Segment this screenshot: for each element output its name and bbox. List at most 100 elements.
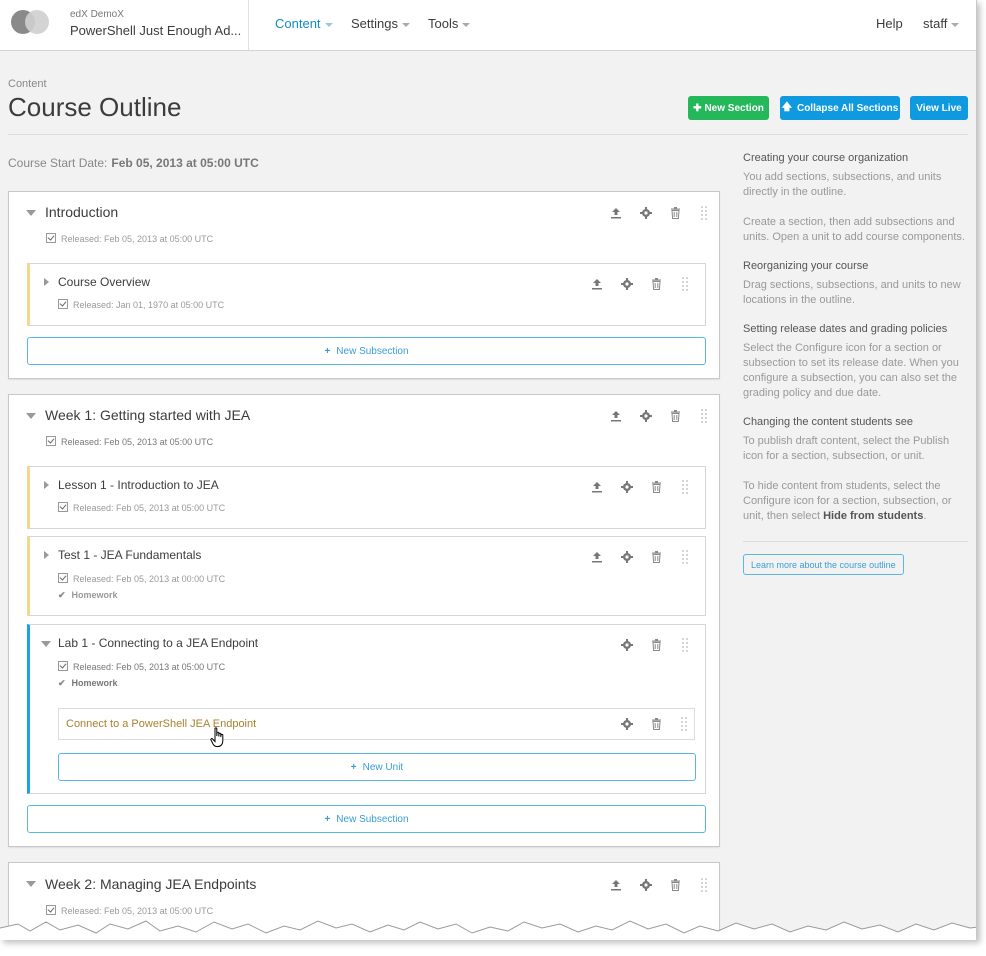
unit-actions [620, 717, 690, 731]
drag-handle-icon[interactable] [697, 878, 711, 892]
course-title[interactable]: PowerShell Just Enough Ad... [70, 23, 241, 38]
publish-icon[interactable] [609, 206, 623, 220]
expand-toggle-icon[interactable] [44, 551, 49, 559]
new-unit-button[interactable]: + New Unit [58, 753, 696, 781]
subsection-title[interactable]: Course Overview [58, 275, 150, 289]
sidebar-text-bold: Hide from students [823, 510, 924, 522]
chevron-down-icon [462, 22, 471, 27]
nav-settings-menu[interactable]: Settings [351, 16, 410, 31]
app-window: edX DemoX PowerShell Just Enough Ad... C… [0, 0, 977, 940]
gear-icon[interactable] [620, 480, 634, 494]
checkbox-icon [46, 436, 56, 446]
new-section-button[interactable]: ✚ New Section [688, 96, 769, 120]
publish-icon[interactable] [590, 480, 604, 494]
subsection-title[interactable]: Lesson 1 - Introduction to JEA [58, 478, 219, 492]
checkbox-icon [58, 573, 68, 583]
expand-toggle-icon[interactable] [44, 278, 49, 286]
subsection-lab-1: Lab 1 - Connecting to a JEA Endpoint Rel… [27, 624, 706, 794]
subsection-actions [620, 638, 690, 652]
section-title[interactable]: Introduction [45, 204, 118, 220]
publish-icon[interactable] [609, 409, 623, 423]
collapse-toggle-icon[interactable] [26, 210, 36, 216]
release-status: Released: Feb 05, 2013 at 05:00 UTC [46, 233, 213, 244]
nav-settings-label: Settings [351, 16, 398, 31]
nav-content-menu[interactable]: Content [275, 16, 333, 31]
gear-icon[interactable] [620, 638, 634, 652]
section-title[interactable]: Week 1: Getting started with JEA [45, 407, 250, 423]
gear-icon[interactable] [639, 206, 653, 220]
user-label: staff [923, 16, 948, 31]
nav-tools-menu[interactable]: Tools [428, 16, 471, 31]
collapse-toggle-icon[interactable] [26, 413, 36, 419]
gear-icon[interactable] [620, 717, 634, 731]
drag-handle-icon[interactable] [678, 277, 692, 291]
section-title[interactable]: Week 2: Managing JEA Endpoints [45, 876, 256, 892]
torn-edge-decoration [0, 920, 976, 940]
drag-handle-icon[interactable] [697, 206, 711, 220]
sidebar-heading: Changing the content students see [743, 416, 914, 428]
sidebar-text: Drag sections, subsections, and units to… [743, 279, 961, 306]
unit-row: Connect to a PowerShell JEA Endpoint [58, 708, 695, 740]
edx-logo[interactable] [11, 10, 51, 34]
checkbox-icon [58, 502, 68, 512]
publish-icon[interactable] [609, 878, 623, 892]
header-divider [248, 0, 249, 50]
gear-icon[interactable] [639, 878, 653, 892]
trash-icon[interactable] [649, 638, 663, 652]
sidebar-text: To publish draft content, select the Pub… [743, 435, 950, 462]
gear-icon[interactable] [620, 277, 634, 291]
section-actions [609, 878, 709, 892]
new-subsection-label: New Subsection [336, 345, 409, 357]
learn-more-button[interactable]: Learn more about the course outline [743, 554, 904, 575]
help-link[interactable]: Help [876, 16, 903, 31]
release-text: Released: Jan 01, 1970 at 05:00 UTC [73, 300, 225, 310]
grading-label: Homework [71, 678, 118, 688]
unit-link[interactable]: Connect to a PowerShell JEA Endpoint [66, 718, 256, 730]
drag-handle-icon[interactable] [678, 638, 692, 652]
section-actions [609, 409, 709, 423]
subsection-title[interactable]: Lab 1 - Connecting to a JEA Endpoint [58, 636, 258, 650]
release-text: Released: Feb 05, 2013 at 05:00 UTC [73, 503, 226, 513]
view-live-button[interactable]: View Live [910, 96, 968, 120]
drag-handle-icon[interactable] [678, 550, 692, 564]
collapse-toggle-icon[interactable] [26, 881, 36, 887]
release-text: Released: Feb 05, 2013 at 05:00 UTC [61, 437, 214, 447]
sidebar-text: You add sections, subsections, and units… [743, 171, 942, 198]
trash-icon[interactable] [668, 206, 682, 220]
section-introduction: Introduction Released: Feb 05, 2013 at 0… [8, 191, 720, 379]
trash-icon[interactable] [649, 277, 663, 291]
plus-icon: ✚ [693, 102, 702, 114]
drag-handle-icon[interactable] [677, 717, 691, 731]
chevron-down-icon [324, 22, 333, 27]
section-week-1: Week 1: Getting started with JEA Release… [8, 394, 720, 847]
release-text: Released: Feb 05, 2013 at 05:00 UTC [73, 662, 226, 672]
trash-icon[interactable] [649, 717, 663, 731]
gear-icon[interactable] [620, 550, 634, 564]
expand-toggle-icon[interactable] [44, 481, 49, 489]
trash-icon[interactable] [649, 550, 663, 564]
trash-icon[interactable] [668, 409, 682, 423]
section-actions [609, 206, 709, 220]
drag-handle-icon[interactable] [697, 409, 711, 423]
subsection-actions [590, 480, 690, 494]
course-start-date: Course Start Date: Feb 05, 2013 at 05:00 … [8, 156, 259, 170]
page-title: Course Outline [8, 92, 182, 122]
grading-label: Homework [71, 590, 118, 600]
drag-handle-icon[interactable] [678, 480, 692, 494]
sidebar-text: Create a section, then add subsections a… [743, 216, 965, 243]
sidebar-text: To hide content from students, select th… [743, 479, 968, 524]
publish-icon[interactable] [590, 550, 604, 564]
publish-icon[interactable] [590, 277, 604, 291]
release-status: Released: Feb 05, 2013 at 00:00 UTC [58, 573, 225, 584]
gear-icon[interactable] [639, 409, 653, 423]
collapse-all-button[interactable]: 🡅 Collapse All Sections [780, 96, 900, 120]
subsection-title[interactable]: Test 1 - JEA Fundamentals [58, 548, 201, 562]
checkmark-icon: ✔ [58, 590, 66, 600]
new-subsection-button[interactable]: + New Subsection [27, 337, 706, 365]
new-subsection-button[interactable]: + New Subsection [27, 805, 706, 833]
trash-icon[interactable] [649, 480, 663, 494]
user-menu[interactable]: staff [923, 16, 960, 31]
trash-icon[interactable] [668, 878, 682, 892]
collapse-toggle-icon[interactable] [41, 641, 51, 647]
course-org: edX DemoX [70, 9, 124, 20]
